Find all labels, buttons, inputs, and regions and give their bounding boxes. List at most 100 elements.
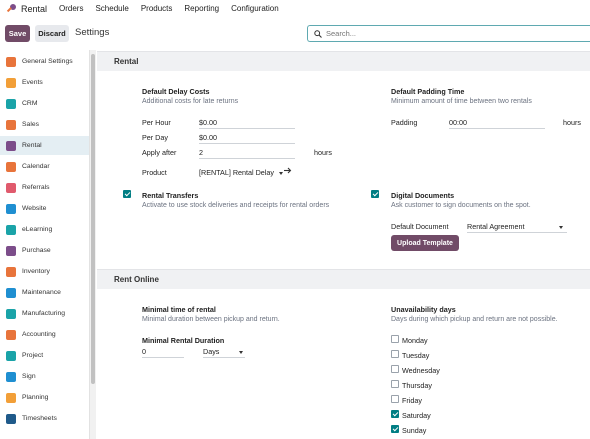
sidebar-item-sign[interactable]: Sign bbox=[0, 367, 89, 386]
sidebar-item-label: Planning bbox=[22, 394, 49, 401]
chevron-down-icon bbox=[559, 226, 563, 229]
digital-documents-checkbox[interactable] bbox=[371, 190, 379, 198]
upload-template-button[interactable]: Upload Template bbox=[391, 235, 459, 251]
sidebar-item-referrals[interactable]: Referrals bbox=[0, 178, 89, 197]
app-brand[interactable]: Rental bbox=[6, 3, 47, 14]
friday-label: Friday bbox=[402, 396, 422, 405]
duration-unit-select[interactable]: Days bbox=[203, 347, 245, 358]
sidebar-item-purchase[interactable]: Purchase bbox=[0, 241, 89, 260]
digital-documents-title: Digital Documents bbox=[391, 191, 455, 200]
sidebar-item-label: Maintenance bbox=[22, 289, 61, 296]
sidebar-item-label: Purchase bbox=[22, 247, 51, 254]
sidebar-item-calendar[interactable]: Calendar bbox=[0, 157, 89, 176]
menu-orders[interactable]: Orders bbox=[59, 4, 83, 13]
elearning-icon bbox=[6, 224, 16, 235]
crm-icon bbox=[6, 98, 16, 109]
chevron-down-icon bbox=[239, 351, 243, 354]
settings-main: Rental Default Delay Costs Additional co… bbox=[97, 50, 590, 439]
menu-schedule[interactable]: Schedule bbox=[95, 4, 128, 13]
project-icon bbox=[6, 350, 16, 361]
control-panel: Save Discard Settings bbox=[0, 21, 590, 46]
saturday-label: Saturday bbox=[402, 411, 431, 420]
sidebar-item-label: Calendar bbox=[22, 163, 50, 170]
per-day-label: Per Day bbox=[142, 133, 168, 142]
tuesday-checkbox[interactable] bbox=[391, 350, 399, 358]
friday-checkbox[interactable] bbox=[391, 395, 399, 403]
sidebar-item-accounting[interactable]: Accounting bbox=[0, 325, 89, 344]
inventory-icon bbox=[6, 266, 16, 277]
apply-after-label: Apply after bbox=[142, 148, 177, 157]
per-hour-field[interactable]: $0.00 bbox=[199, 118, 295, 129]
sidebar-item-planning[interactable]: Planning bbox=[0, 388, 89, 407]
rental-transfers-checkbox[interactable] bbox=[123, 190, 131, 198]
save-button[interactable]: Save bbox=[5, 25, 30, 42]
sidebar-item-elearning[interactable]: eLearning bbox=[0, 220, 89, 239]
padding-field[interactable]: 00:00 bbox=[449, 118, 545, 129]
monday-checkbox[interactable] bbox=[391, 335, 399, 343]
sunday-checkbox[interactable] bbox=[391, 425, 399, 433]
sidebar-item-label: Events bbox=[22, 79, 43, 86]
sidebar-item-general-settings[interactable]: General Settings bbox=[0, 52, 89, 71]
menu-reporting[interactable]: Reporting bbox=[184, 4, 219, 13]
manufacturing-icon bbox=[6, 308, 16, 319]
sidebar-item-website[interactable]: Website bbox=[0, 199, 89, 218]
events-icon bbox=[6, 77, 16, 88]
rental-app-icon bbox=[6, 3, 17, 14]
menu-configuration[interactable]: Configuration bbox=[231, 4, 279, 13]
internal-link-arrow-icon[interactable] bbox=[283, 166, 292, 177]
wednesday-label: Wednesday bbox=[402, 366, 440, 375]
apply-after-unit: hours bbox=[314, 148, 332, 157]
sidebar-item-label: eLearning bbox=[22, 226, 53, 233]
menu-products[interactable]: Products bbox=[141, 4, 173, 13]
general-settings-icon bbox=[6, 56, 16, 67]
thursday-label: Thursday bbox=[402, 381, 432, 390]
per-day-field[interactable]: $0.00 bbox=[199, 133, 295, 144]
sidebar-item-label: General Settings bbox=[22, 58, 73, 65]
scrollbar-thumb[interactable] bbox=[91, 54, 95, 384]
sidebar-item-crm[interactable]: CRM bbox=[0, 94, 89, 113]
discard-button[interactable]: Discard bbox=[35, 25, 69, 42]
sidebar-item-label: Accounting bbox=[22, 331, 56, 338]
sidebar-item-label: Project bbox=[22, 352, 44, 359]
apply-after-field[interactable]: 2 bbox=[199, 148, 295, 159]
wednesday-checkbox[interactable] bbox=[391, 365, 399, 373]
padding-label: Padding bbox=[391, 118, 418, 127]
sidebar-item-project[interactable]: Project bbox=[0, 346, 89, 365]
sidebar-item-label: Manufacturing bbox=[22, 310, 66, 317]
sidebar-item-rental[interactable]: Rental bbox=[0, 136, 89, 155]
unavailability-title: Unavailability days bbox=[391, 305, 456, 314]
minimal-duration-field[interactable]: 0 bbox=[142, 347, 184, 358]
minimal-time-title: Minimal time of rental bbox=[142, 305, 216, 314]
thursday-checkbox[interactable] bbox=[391, 380, 399, 388]
sidebar-item-inventory[interactable]: Inventory bbox=[0, 262, 89, 281]
sidebar-item-events[interactable]: Events bbox=[0, 73, 89, 92]
sidebar-item-label: Rental bbox=[22, 142, 42, 149]
sidebar-item-label: Timesheets bbox=[22, 415, 57, 422]
sidebar-item-label: Referrals bbox=[22, 184, 50, 191]
search-bar[interactable] bbox=[307, 25, 590, 42]
unavailability-desc: Days during which pickup and return are … bbox=[391, 316, 558, 323]
accounting-icon bbox=[6, 329, 16, 340]
default-document-select[interactable]: Rental Agreement bbox=[467, 222, 567, 233]
sidebar-scrollbar[interactable] bbox=[89, 50, 96, 439]
product-label: Product bbox=[142, 168, 167, 177]
saturday-checkbox[interactable] bbox=[391, 410, 399, 418]
sidebar-item-label: Website bbox=[22, 205, 47, 212]
product-select[interactable]: [RENTAL] Rental Delay bbox=[199, 168, 283, 177]
tuesday-label: Tuesday bbox=[402, 351, 430, 360]
sidebar-item-timesheets[interactable]: Timesheets bbox=[0, 409, 89, 428]
sidebar-item-manufacturing[interactable]: Manufacturing bbox=[0, 304, 89, 323]
duration-unit-value: Days bbox=[203, 347, 220, 356]
sidebar-item-label: Sign bbox=[22, 373, 36, 380]
sidebar-item-maintenance[interactable]: Maintenance bbox=[0, 283, 89, 302]
per-hour-label: Per Hour bbox=[142, 118, 171, 127]
sidebar-item-sales[interactable]: Sales bbox=[0, 115, 89, 134]
search-input[interactable] bbox=[326, 29, 566, 38]
page-title: Settings bbox=[75, 27, 110, 38]
default-document-label: Default Document bbox=[391, 222, 449, 231]
nav-menu: Orders Schedule Products Reporting Confi… bbox=[59, 4, 291, 13]
delay-costs-title: Default Delay Costs bbox=[142, 87, 210, 96]
sidebar-item-label: Sales bbox=[22, 121, 40, 128]
sunday-label: Sunday bbox=[402, 426, 427, 435]
section-title: Rent Online bbox=[114, 275, 159, 284]
